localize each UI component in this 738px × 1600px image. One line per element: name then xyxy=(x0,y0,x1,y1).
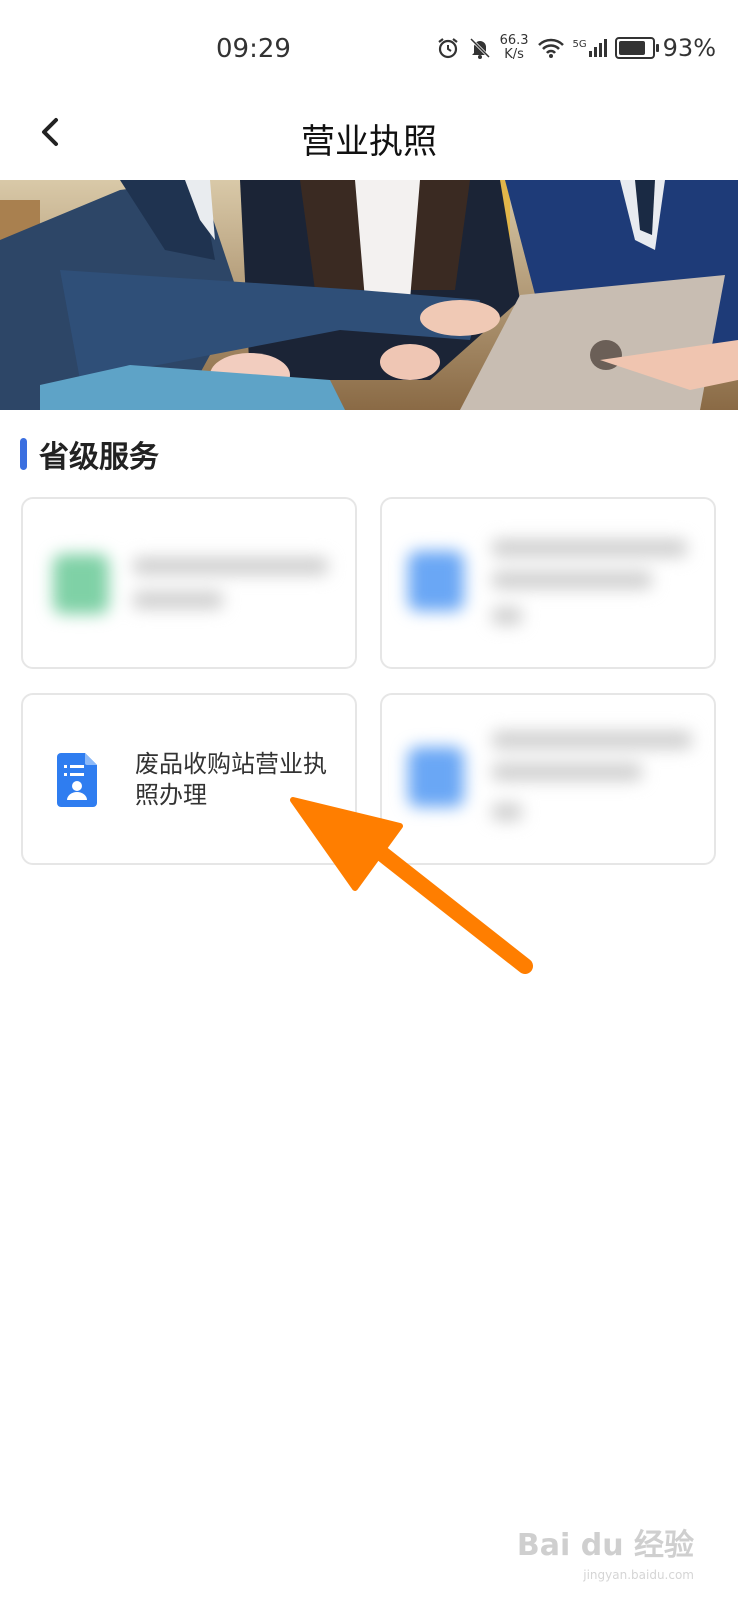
signal-icon: 5G xyxy=(573,39,607,57)
network-speed: 66.3 K/s xyxy=(500,34,529,62)
document-person-icon xyxy=(57,753,97,807)
service-icon xyxy=(408,551,464,611)
section-accent-bar xyxy=(20,438,27,470)
service-card[interactable] xyxy=(380,693,716,865)
section-title: 省级服务 xyxy=(39,440,159,475)
service-card-recycling-license[interactable]: 废品收购站营业执照办理 xyxy=(21,693,357,865)
blurred-content xyxy=(23,499,355,667)
nav-bar: 营业执照 xyxy=(0,100,738,180)
service-card[interactable] xyxy=(380,497,716,669)
page-title: 营业执照 xyxy=(301,122,437,162)
status-bar: 09:29 66.3 K/s 5G 93% xyxy=(0,0,738,100)
blurred-content xyxy=(382,499,714,667)
blurred-line xyxy=(492,539,687,557)
status-icons: 66.3 K/s 5G 93% xyxy=(436,34,716,62)
status-time: 09:29 xyxy=(216,34,291,64)
blurred-line xyxy=(492,607,522,625)
service-card-label: 废品收购站营业执照办理 xyxy=(135,750,327,809)
watermark-url: jingyan.baidu.com xyxy=(583,1568,694,1582)
section-header: 省级服务 xyxy=(20,432,159,476)
service-card[interactable] xyxy=(21,497,357,669)
battery-percent: 93% xyxy=(662,34,716,62)
service-icon xyxy=(408,747,464,807)
blurred-line xyxy=(133,557,328,575)
blurred-line xyxy=(492,803,522,821)
blurred-line xyxy=(492,571,652,589)
speed-value: 66.3 xyxy=(499,33,529,48)
blurred-line xyxy=(492,731,692,749)
speed-unit: K/s xyxy=(504,47,524,62)
service-icon xyxy=(53,554,109,614)
network-type: 5G xyxy=(572,39,587,50)
wifi-icon xyxy=(537,38,564,58)
battery-icon xyxy=(614,37,659,59)
blurred-content xyxy=(382,695,714,863)
mute-bell-icon xyxy=(469,37,490,59)
alarm-icon xyxy=(437,38,458,59)
banner-image xyxy=(0,180,738,410)
watermark-logo: Bai du 经验 xyxy=(516,1528,694,1563)
blurred-line xyxy=(133,591,223,609)
blurred-line xyxy=(492,763,642,781)
battery-fill xyxy=(618,41,645,55)
